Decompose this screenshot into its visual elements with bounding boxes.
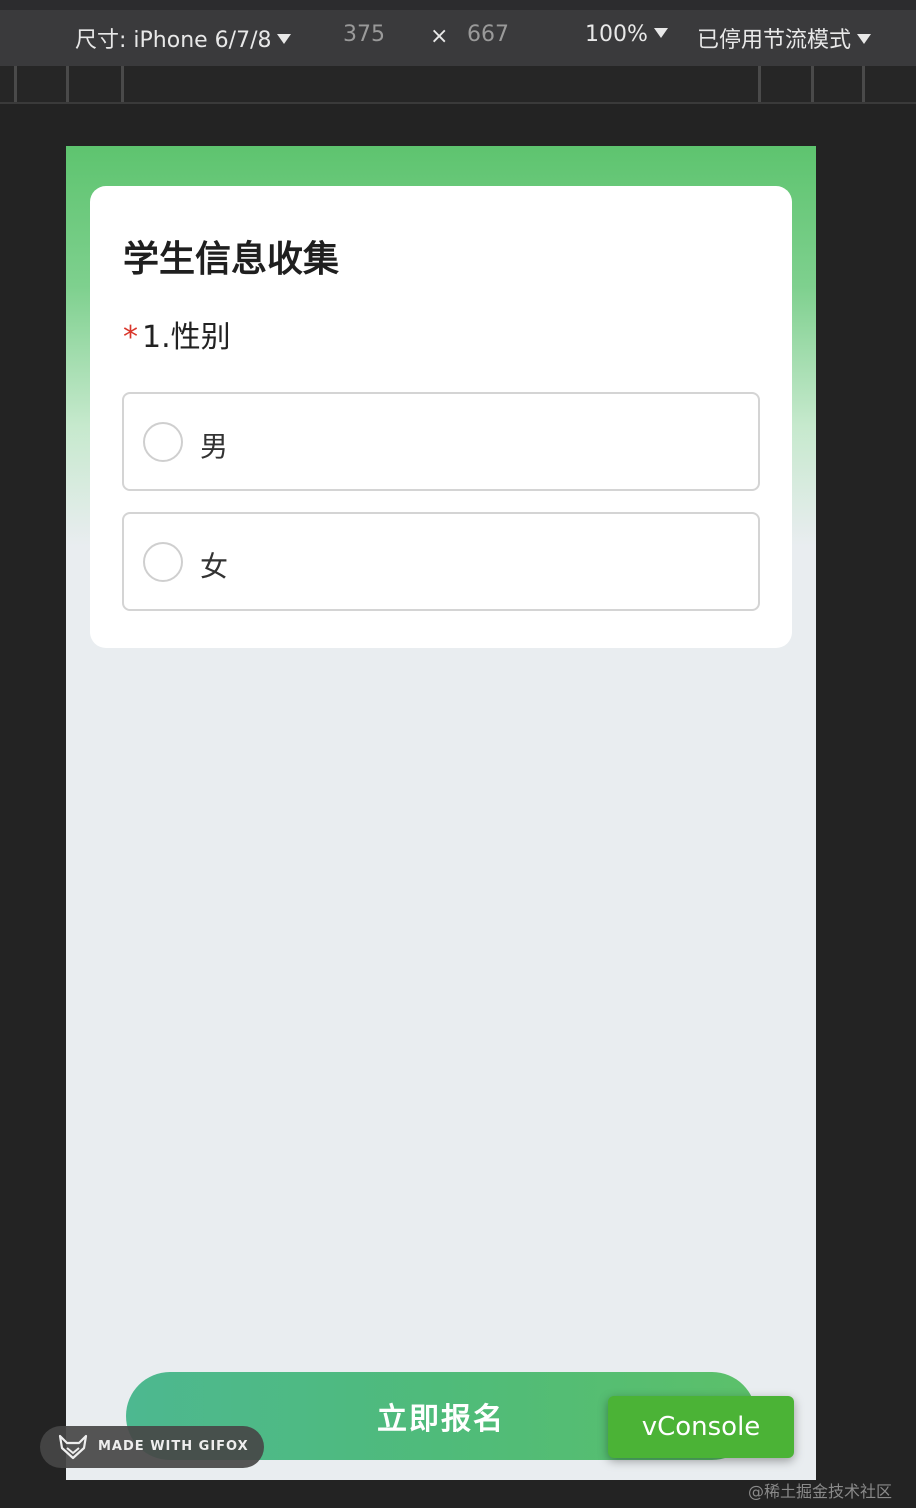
form-title: 学生信息收集: [123, 239, 340, 280]
ruler-divider: [862, 66, 865, 102]
watermark: @稀土掘金技术社区: [748, 1482, 893, 1501]
gifox-badge: MADE WITH GIFOX: [40, 1426, 264, 1468]
height-field[interactable]: 667: [467, 22, 509, 47]
ruler-divider: [121, 66, 124, 102]
fox-logo-icon: [58, 1434, 88, 1460]
phone-viewport: 学生信息收集 * 1.性别 男 女 立即报名: [66, 146, 816, 1480]
width-field[interactable]: 375: [343, 22, 385, 47]
question-label: * 1.性别: [123, 312, 231, 356]
device-select[interactable]: 尺寸: iPhone 6/7/8: [75, 22, 292, 54]
dimension-times: ×: [430, 24, 449, 49]
ruler-divider: [14, 66, 17, 102]
gifox-label: MADE WITH GIFOX: [98, 1439, 249, 1454]
device-toolbar: 尺寸: iPhone 6/7/8 375 × 667 100% 已停用节流模式: [0, 0, 916, 66]
ruler-divider: [758, 66, 761, 102]
chevron-down-icon: [653, 28, 668, 38]
zoom-label: 100%: [585, 22, 648, 47]
question-text: 1.性别: [142, 320, 231, 355]
device-label: 尺寸: iPhone 6/7/8: [75, 28, 272, 53]
ruler-divider: [66, 66, 69, 102]
option-female[interactable]: 女: [122, 512, 760, 611]
option-male[interactable]: 男: [122, 392, 760, 491]
radio-circle-icon[interactable]: [143, 542, 183, 582]
chevron-down-icon: [277, 34, 292, 44]
required-mark: *: [123, 320, 138, 355]
chevron-down-icon: [857, 34, 872, 44]
option-label: 男: [200, 430, 229, 463]
vconsole-button[interactable]: vConsole: [608, 1396, 794, 1458]
throttle-select[interactable]: 已停用节流模式: [697, 22, 872, 54]
media-query-ruler: [0, 66, 916, 104]
ruler-divider: [811, 66, 814, 102]
form-card: 学生信息收集 * 1.性别 男 女: [90, 186, 792, 648]
option-label: 女: [200, 550, 229, 583]
throttle-label: 已停用节流模式: [697, 28, 852, 53]
radio-circle-icon[interactable]: [143, 422, 183, 462]
zoom-select[interactable]: 100%: [585, 22, 668, 47]
